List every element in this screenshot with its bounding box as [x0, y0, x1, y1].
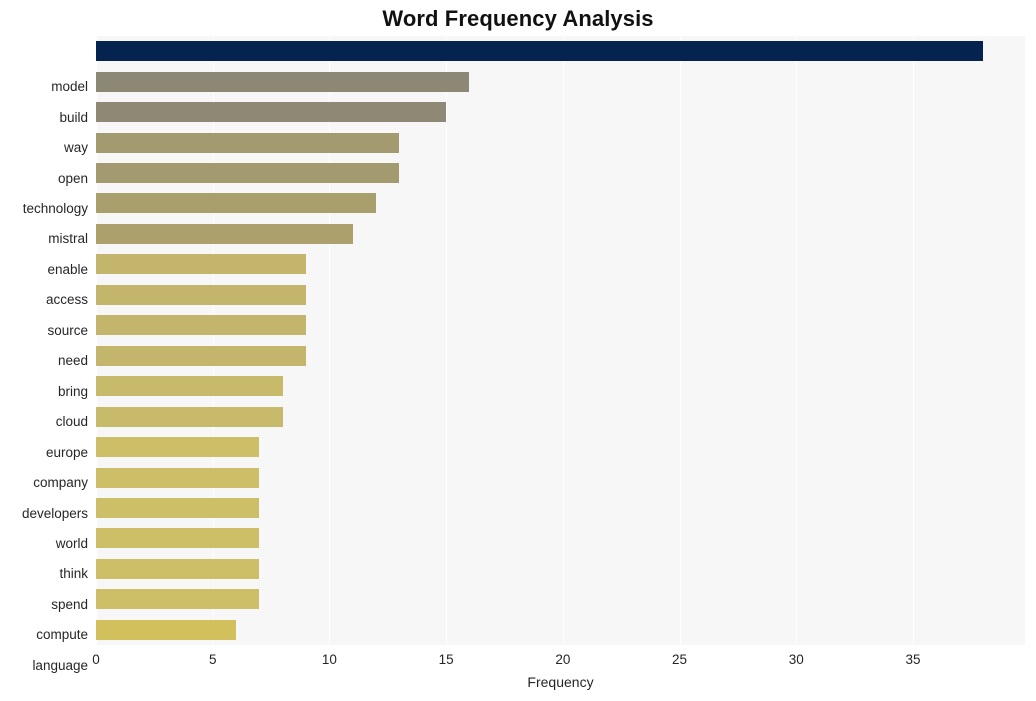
x-tick-label-5: 5: [208, 652, 217, 667]
bar-row: [96, 468, 1025, 488]
gridline: [912, 36, 914, 645]
bar-language: [96, 620, 237, 640]
bar-think: [96, 528, 260, 548]
gridline: [796, 36, 798, 645]
bar-row: [96, 102, 1025, 122]
bar-row: [96, 528, 1025, 548]
bar-enable: [96, 224, 353, 244]
y-tick-label-compute: compute: [36, 627, 88, 642]
bar-row: [96, 193, 1025, 213]
bar-row: [96, 437, 1025, 457]
bar-row: [96, 407, 1025, 427]
bar-mistral: [96, 193, 377, 213]
gridline: [679, 36, 681, 645]
bar-row: [96, 620, 1025, 640]
x-tick-label-10: 10: [321, 652, 337, 667]
x-tick-label-15: 15: [438, 652, 454, 667]
gridline: [446, 36, 448, 645]
y-tick-label-bring: bring: [57, 384, 88, 399]
x-axis: 0 5 10 15 20 25 30 35: [92, 645, 1025, 675]
y-tick-label-developers: developers: [21, 506, 88, 521]
y-tick-label-way: way: [63, 140, 88, 155]
bar-world: [96, 498, 260, 518]
bar-row: [96, 498, 1025, 518]
gridline: [96, 36, 97, 645]
y-tick-label-think: think: [59, 566, 88, 581]
bar-technology: [96, 163, 400, 183]
bar-source: [96, 285, 307, 305]
y-tick-label-mistral: mistral: [48, 231, 88, 246]
bar-bring: [96, 346, 307, 366]
bar-row: [96, 315, 1025, 335]
y-tick-label-build: build: [59, 110, 88, 125]
gridline: [212, 36, 214, 645]
x-tick-label-30: 30: [788, 652, 804, 667]
y-tick-label-need: need: [57, 353, 88, 368]
bar-row: [96, 224, 1025, 244]
x-tick-label-20: 20: [555, 652, 571, 667]
bar-row: [96, 41, 1025, 61]
x-tick-label-0: 0: [92, 652, 100, 667]
bar-row: [96, 285, 1025, 305]
y-tick-label-technology: technology: [22, 201, 88, 216]
bar-build: [96, 72, 470, 92]
y-tick-label-spend: spend: [51, 597, 88, 612]
plot-area: [96, 36, 1025, 645]
bar-row: [96, 559, 1025, 579]
bar-spend: [96, 559, 260, 579]
bar-open: [96, 133, 400, 153]
y-tick-label-enable: enable: [47, 262, 88, 277]
gridline: [329, 36, 331, 645]
y-tick-label-access: access: [45, 292, 88, 307]
y-tick-labels: model build way open technology mistral enable…: [0, 72, 96, 681]
bar-row: [96, 72, 1025, 92]
y-tick-label-world: world: [55, 536, 88, 551]
y-tick-label-open: open: [57, 171, 88, 186]
y-tick-label-source: source: [47, 323, 88, 338]
bar-need: [96, 315, 307, 335]
bar-compute: [96, 589, 260, 609]
bar-row: [96, 589, 1025, 609]
y-tick-label-europe: europe: [45, 445, 88, 460]
gridline: [562, 36, 564, 645]
bar-row: [96, 346, 1025, 366]
word-frequency-chart: Word Frequency Analysis model build way ope…: [0, 0, 1036, 701]
bar-cloud: [96, 376, 283, 396]
bar-row: [96, 163, 1025, 183]
bar-developers: [96, 468, 260, 488]
bar-europe: [96, 407, 283, 427]
y-tick-label-company: company: [33, 475, 88, 490]
y-tick-label-cloud: cloud: [55, 414, 88, 429]
y-tick-label-model: model: [51, 79, 88, 94]
bar-row: [96, 376, 1025, 396]
x-tick-label-35: 35: [905, 652, 921, 667]
chart-title: Word Frequency Analysis: [382, 6, 654, 31]
bar-access: [96, 254, 307, 274]
bar-model: [96, 41, 983, 61]
bar-row: [96, 133, 1025, 153]
x-tick-label-25: 25: [672, 652, 688, 667]
bar-row: [96, 254, 1025, 274]
bar-way: [96, 102, 447, 122]
bar-company: [96, 437, 260, 457]
x-axis-label: Frequency: [527, 674, 594, 690]
